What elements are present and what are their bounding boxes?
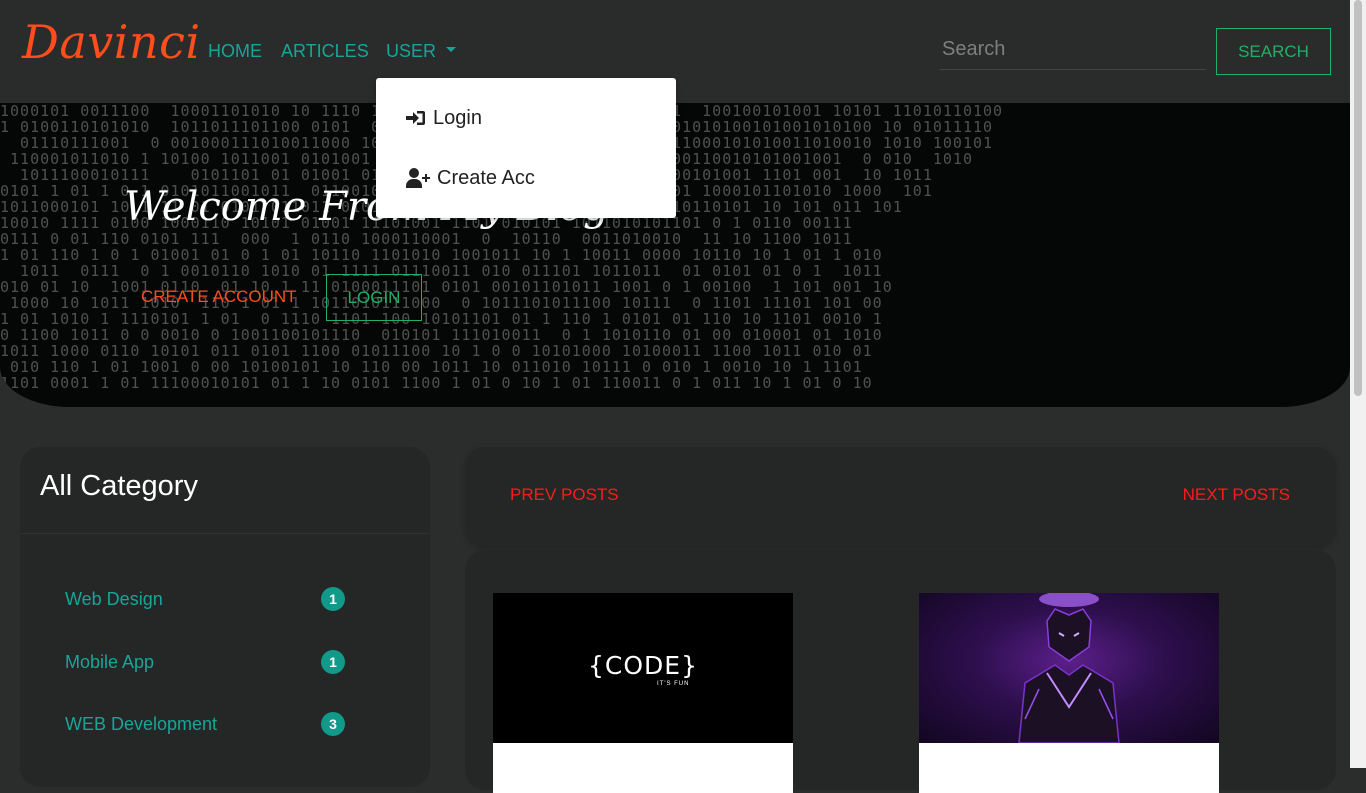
panther-figure-icon bbox=[1018, 593, 1120, 743]
search-input[interactable] bbox=[940, 30, 1206, 70]
posts-card: {CODE} IT'S FUN bbox=[465, 550, 1336, 793]
category-count-badge: 3 bbox=[321, 712, 345, 736]
post-thumbnail-title: {CODE} bbox=[588, 651, 698, 680]
dropdown-login-label: Login bbox=[433, 107, 482, 129]
nav-articles[interactable]: ARTICLES bbox=[281, 40, 369, 62]
next-posts-link[interactable]: NEXT POSTS bbox=[1183, 485, 1290, 505]
category-label: WEB Development bbox=[65, 714, 218, 734]
category-item[interactable]: WEB Development 3 bbox=[65, 712, 345, 736]
post-thumbnail-subtitle: IT'S FUN bbox=[657, 681, 690, 687]
scrollbar-thumb[interactable] bbox=[1354, 0, 1362, 396]
nav-user-label: USER bbox=[386, 41, 437, 61]
dropdown-login[interactable]: Login bbox=[406, 106, 482, 130]
brand-logo[interactable]: Davinci bbox=[22, 14, 201, 70]
category-count-badge: 1 bbox=[321, 587, 345, 611]
category-count-badge: 1 bbox=[321, 650, 345, 674]
category-label: Web Design bbox=[65, 589, 163, 609]
category-item[interactable]: Web Design 1 bbox=[65, 587, 345, 611]
post-thumbnail bbox=[919, 593, 1219, 743]
page-scrollbar[interactable] bbox=[1350, 0, 1366, 768]
nav-user-dropdown[interactable]: USER bbox=[386, 40, 457, 62]
create-account-button[interactable]: CREATE ACCOUNT bbox=[141, 287, 297, 307]
search-button[interactable]: SEARCH bbox=[1216, 28, 1331, 75]
post-card[interactable] bbox=[919, 593, 1219, 793]
category-item[interactable]: Mobile App 1 bbox=[65, 650, 345, 674]
category-label: Mobile App bbox=[65, 652, 155, 672]
prev-posts-link[interactable]: PREV POSTS bbox=[510, 485, 619, 505]
user-plus-icon bbox=[406, 168, 430, 188]
caret-down-icon bbox=[446, 46, 457, 52]
sign-in-icon bbox=[406, 111, 425, 125]
category-title: All Category bbox=[40, 470, 198, 502]
pagination-card: PREV POSTS NEXT POSTS bbox=[465, 447, 1336, 547]
hero-login-button[interactable]: LOGIN bbox=[326, 274, 422, 321]
nav-home[interactable]: HOME bbox=[208, 40, 262, 62]
user-dropdown-menu bbox=[376, 78, 676, 218]
category-divider bbox=[20, 533, 430, 534]
post-card[interactable]: {CODE} IT'S FUN bbox=[493, 593, 793, 793]
dropdown-create-account[interactable]: Create Acc bbox=[406, 166, 535, 190]
dropdown-create-label: Create Acc bbox=[437, 167, 535, 189]
category-card: All Category Web Design 1 Mobile App 1 W… bbox=[20, 447, 430, 787]
post-thumbnail: {CODE} IT'S FUN bbox=[493, 593, 793, 743]
